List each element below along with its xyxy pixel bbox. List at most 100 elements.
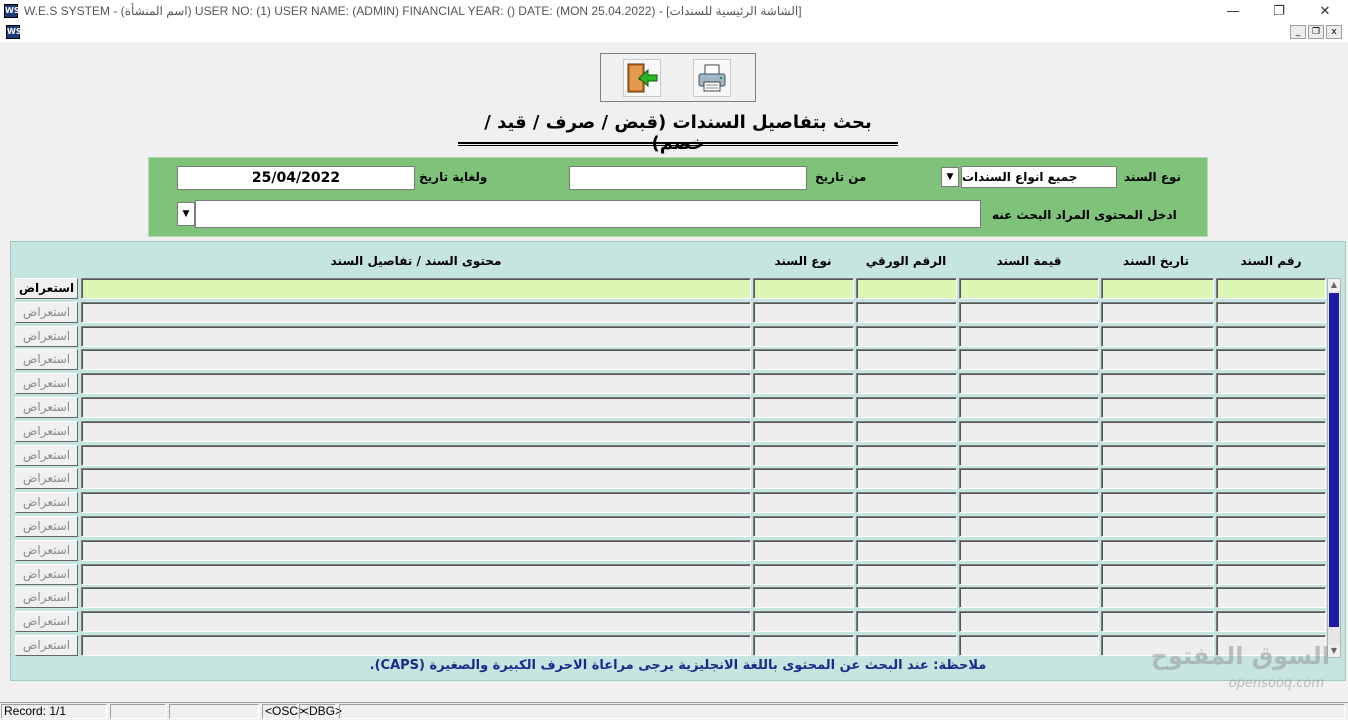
voucher-amount-cell[interactable] — [959, 564, 1099, 585]
voucher-no-cell[interactable] — [1216, 611, 1326, 632]
paper-no-cell[interactable] — [856, 421, 957, 442]
voucher-date-cell[interactable] — [1101, 468, 1214, 489]
voucher-date-cell[interactable] — [1101, 349, 1214, 370]
voucher-content-cell[interactable] — [81, 421, 751, 442]
paper-no-cell[interactable] — [856, 373, 957, 394]
voucher-type-cell[interactable] — [753, 611, 854, 632]
voucher-no-cell[interactable] — [1216, 349, 1326, 370]
voucher-date-cell[interactable] — [1101, 445, 1214, 466]
voucher-date-cell[interactable] — [1101, 611, 1214, 632]
view-row-button[interactable]: استعراض — [15, 326, 78, 347]
voucher-no-cell[interactable] — [1216, 326, 1326, 347]
paper-no-cell[interactable] — [856, 397, 957, 418]
paper-no-cell[interactable] — [856, 468, 957, 489]
view-row-button[interactable]: استعراض — [15, 445, 78, 466]
mdi-minimize-button[interactable]: _ — [1290, 25, 1306, 39]
voucher-type-cell[interactable] — [753, 468, 854, 489]
voucher-no-cell[interactable] — [1216, 540, 1326, 561]
view-row-button[interactable]: استعراض — [15, 564, 78, 585]
voucher-content-cell[interactable] — [81, 278, 751, 299]
view-row-button[interactable]: استعراض — [15, 635, 78, 656]
voucher-date-cell[interactable] — [1101, 540, 1214, 561]
voucher-amount-cell[interactable] — [959, 326, 1099, 347]
voucher-amount-cell[interactable] — [959, 278, 1099, 299]
voucher-no-cell[interactable] — [1216, 564, 1326, 585]
exit-button[interactable] — [623, 59, 661, 97]
voucher-date-cell[interactable] — [1101, 587, 1214, 608]
voucher-no-cell[interactable] — [1216, 302, 1326, 323]
voucher-amount-cell[interactable] — [959, 492, 1099, 513]
voucher-type-cell[interactable] — [753, 564, 854, 585]
paper-no-cell[interactable] — [856, 635, 957, 656]
mdi-close-button[interactable]: x — [1326, 25, 1342, 39]
voucher-type-cell[interactable] — [753, 373, 854, 394]
voucher-type-cell[interactable] — [753, 349, 854, 370]
view-row-button[interactable]: استعراض — [15, 492, 78, 513]
close-button[interactable]: ✕ — [1302, 0, 1348, 22]
voucher-type-select[interactable]: جميع انواع السندات — [961, 166, 1117, 188]
voucher-no-cell[interactable] — [1216, 421, 1326, 442]
voucher-content-cell[interactable] — [81, 349, 751, 370]
voucher-amount-cell[interactable] — [959, 587, 1099, 608]
scroll-up-arrow-icon[interactable]: ▲ — [1328, 279, 1340, 291]
paper-no-cell[interactable] — [856, 540, 957, 561]
paper-no-cell[interactable] — [856, 492, 957, 513]
voucher-content-cell[interactable] — [81, 373, 751, 394]
view-row-button[interactable]: استعراض — [15, 468, 78, 489]
voucher-date-cell[interactable] — [1101, 302, 1214, 323]
voucher-no-cell[interactable] — [1216, 397, 1326, 418]
scroll-thumb[interactable] — [1329, 293, 1339, 627]
voucher-content-cell[interactable] — [81, 468, 751, 489]
voucher-no-cell[interactable] — [1216, 492, 1326, 513]
restore-button[interactable]: ❐ — [1256, 0, 1302, 22]
voucher-content-cell[interactable] — [81, 445, 751, 466]
voucher-type-cell[interactable] — [753, 540, 854, 561]
voucher-amount-cell[interactable] — [959, 302, 1099, 323]
voucher-content-cell[interactable] — [81, 516, 751, 537]
voucher-content-cell[interactable] — [81, 326, 751, 347]
voucher-date-cell[interactable] — [1101, 397, 1214, 418]
voucher-content-cell[interactable] — [81, 302, 751, 323]
view-row-button[interactable]: استعراض — [15, 349, 78, 370]
paper-no-cell[interactable] — [856, 587, 957, 608]
voucher-date-cell[interactable] — [1101, 421, 1214, 442]
voucher-no-cell[interactable] — [1216, 278, 1326, 299]
paper-no-cell[interactable] — [856, 326, 957, 347]
voucher-amount-cell[interactable] — [959, 421, 1099, 442]
view-row-button[interactable]: استعراض — [15, 397, 78, 418]
voucher-content-cell[interactable] — [81, 492, 751, 513]
voucher-no-cell[interactable] — [1216, 445, 1326, 466]
voucher-content-cell[interactable] — [81, 611, 751, 632]
paper-no-cell[interactable] — [856, 349, 957, 370]
voucher-type-cell[interactable] — [753, 278, 854, 299]
minimize-button[interactable]: — — [1210, 0, 1256, 22]
voucher-type-cell[interactable] — [753, 587, 854, 608]
view-row-button[interactable]: استعراض — [15, 587, 78, 608]
voucher-type-cell[interactable] — [753, 397, 854, 418]
voucher-content-cell[interactable] — [81, 564, 751, 585]
voucher-content-cell[interactable] — [81, 635, 751, 656]
from-date-input[interactable] — [569, 166, 807, 190]
voucher-amount-cell[interactable] — [959, 468, 1099, 489]
voucher-amount-cell[interactable] — [959, 445, 1099, 466]
voucher-no-cell[interactable] — [1216, 587, 1326, 608]
mdi-restore-button[interactable]: ❐ — [1308, 25, 1324, 39]
voucher-date-cell[interactable] — [1101, 516, 1214, 537]
view-row-button[interactable]: استعراض — [15, 611, 78, 632]
voucher-type-cell[interactable] — [753, 492, 854, 513]
voucher-content-cell[interactable] — [81, 540, 751, 561]
paper-no-cell[interactable] — [856, 278, 957, 299]
view-row-button[interactable]: استعراض — [15, 540, 78, 561]
voucher-amount-cell[interactable] — [959, 516, 1099, 537]
search-content-dropdown-arrow[interactable]: ▼ — [177, 202, 195, 226]
voucher-date-cell[interactable] — [1101, 278, 1214, 299]
paper-no-cell[interactable] — [856, 564, 957, 585]
voucher-no-cell[interactable] — [1216, 516, 1326, 537]
view-row-button[interactable]: استعراض — [15, 421, 78, 442]
voucher-date-cell[interactable] — [1101, 492, 1214, 513]
voucher-amount-cell[interactable] — [959, 397, 1099, 418]
voucher-type-cell[interactable] — [753, 516, 854, 537]
voucher-date-cell[interactable] — [1101, 373, 1214, 394]
voucher-amount-cell[interactable] — [959, 373, 1099, 394]
paper-no-cell[interactable] — [856, 302, 957, 323]
